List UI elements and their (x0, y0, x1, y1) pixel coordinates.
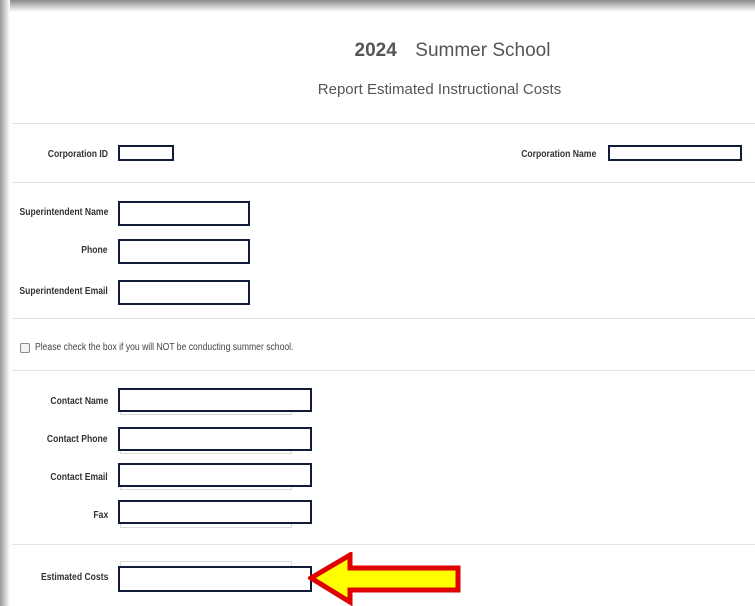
contact-name-label: Contact Name (50, 396, 108, 407)
summer-school-form-page: 2024 Summer School Report Estimated Inst… (0, 0, 755, 606)
superintendent-name-label: Superintendent Name (19, 207, 108, 218)
divider (12, 318, 755, 319)
no-summer-school-label: Please check the box if you will NOT be … (35, 342, 294, 353)
arrow-shape (308, 552, 461, 606)
no-summer-school-option[interactable]: Please check the box if you will NOT be … (20, 342, 336, 353)
corporation-id-label: Corporation ID (47, 149, 108, 160)
contact-email-label: Contact Email (50, 472, 108, 483)
title-year: 2024 (354, 40, 397, 61)
contact-phone-field[interactable] (118, 427, 312, 451)
superintendent-name-field[interactable] (118, 201, 250, 226)
superintendent-phone-field[interactable] (118, 239, 250, 264)
fax-field[interactable] (118, 500, 312, 524)
divider (12, 370, 755, 371)
superintendent-phone-label: Phone (81, 245, 108, 256)
divider (12, 123, 755, 124)
contact-name-field[interactable] (118, 388, 312, 412)
contact-phone-label: Contact Phone (47, 434, 108, 445)
title-text: Summer School (415, 40, 551, 61)
estimated-costs-label: Estimated Costs (40, 572, 108, 583)
corporation-name-label: Corporation Name (520, 149, 596, 160)
corporation-name-field[interactable] (608, 145, 742, 161)
window-edge-shadow-top (0, 0, 755, 12)
left-arrow-icon (308, 552, 461, 606)
no-summer-school-checkbox[interactable] (20, 342, 30, 353)
divider (12, 544, 755, 545)
corporation-id-field[interactable] (118, 145, 174, 161)
superintendent-email-field[interactable] (118, 280, 250, 305)
contact-email-field[interactable] (118, 463, 312, 487)
fax-label: Fax (93, 510, 108, 521)
divider (12, 182, 755, 183)
page-title: 2024 Summer School (0, 40, 755, 62)
superintendent-email-label: Superintendent Email (19, 286, 108, 297)
page-subtitle: Report Estimated Instructional Costs (317, 81, 562, 98)
estimated-costs-field[interactable] (118, 566, 312, 592)
